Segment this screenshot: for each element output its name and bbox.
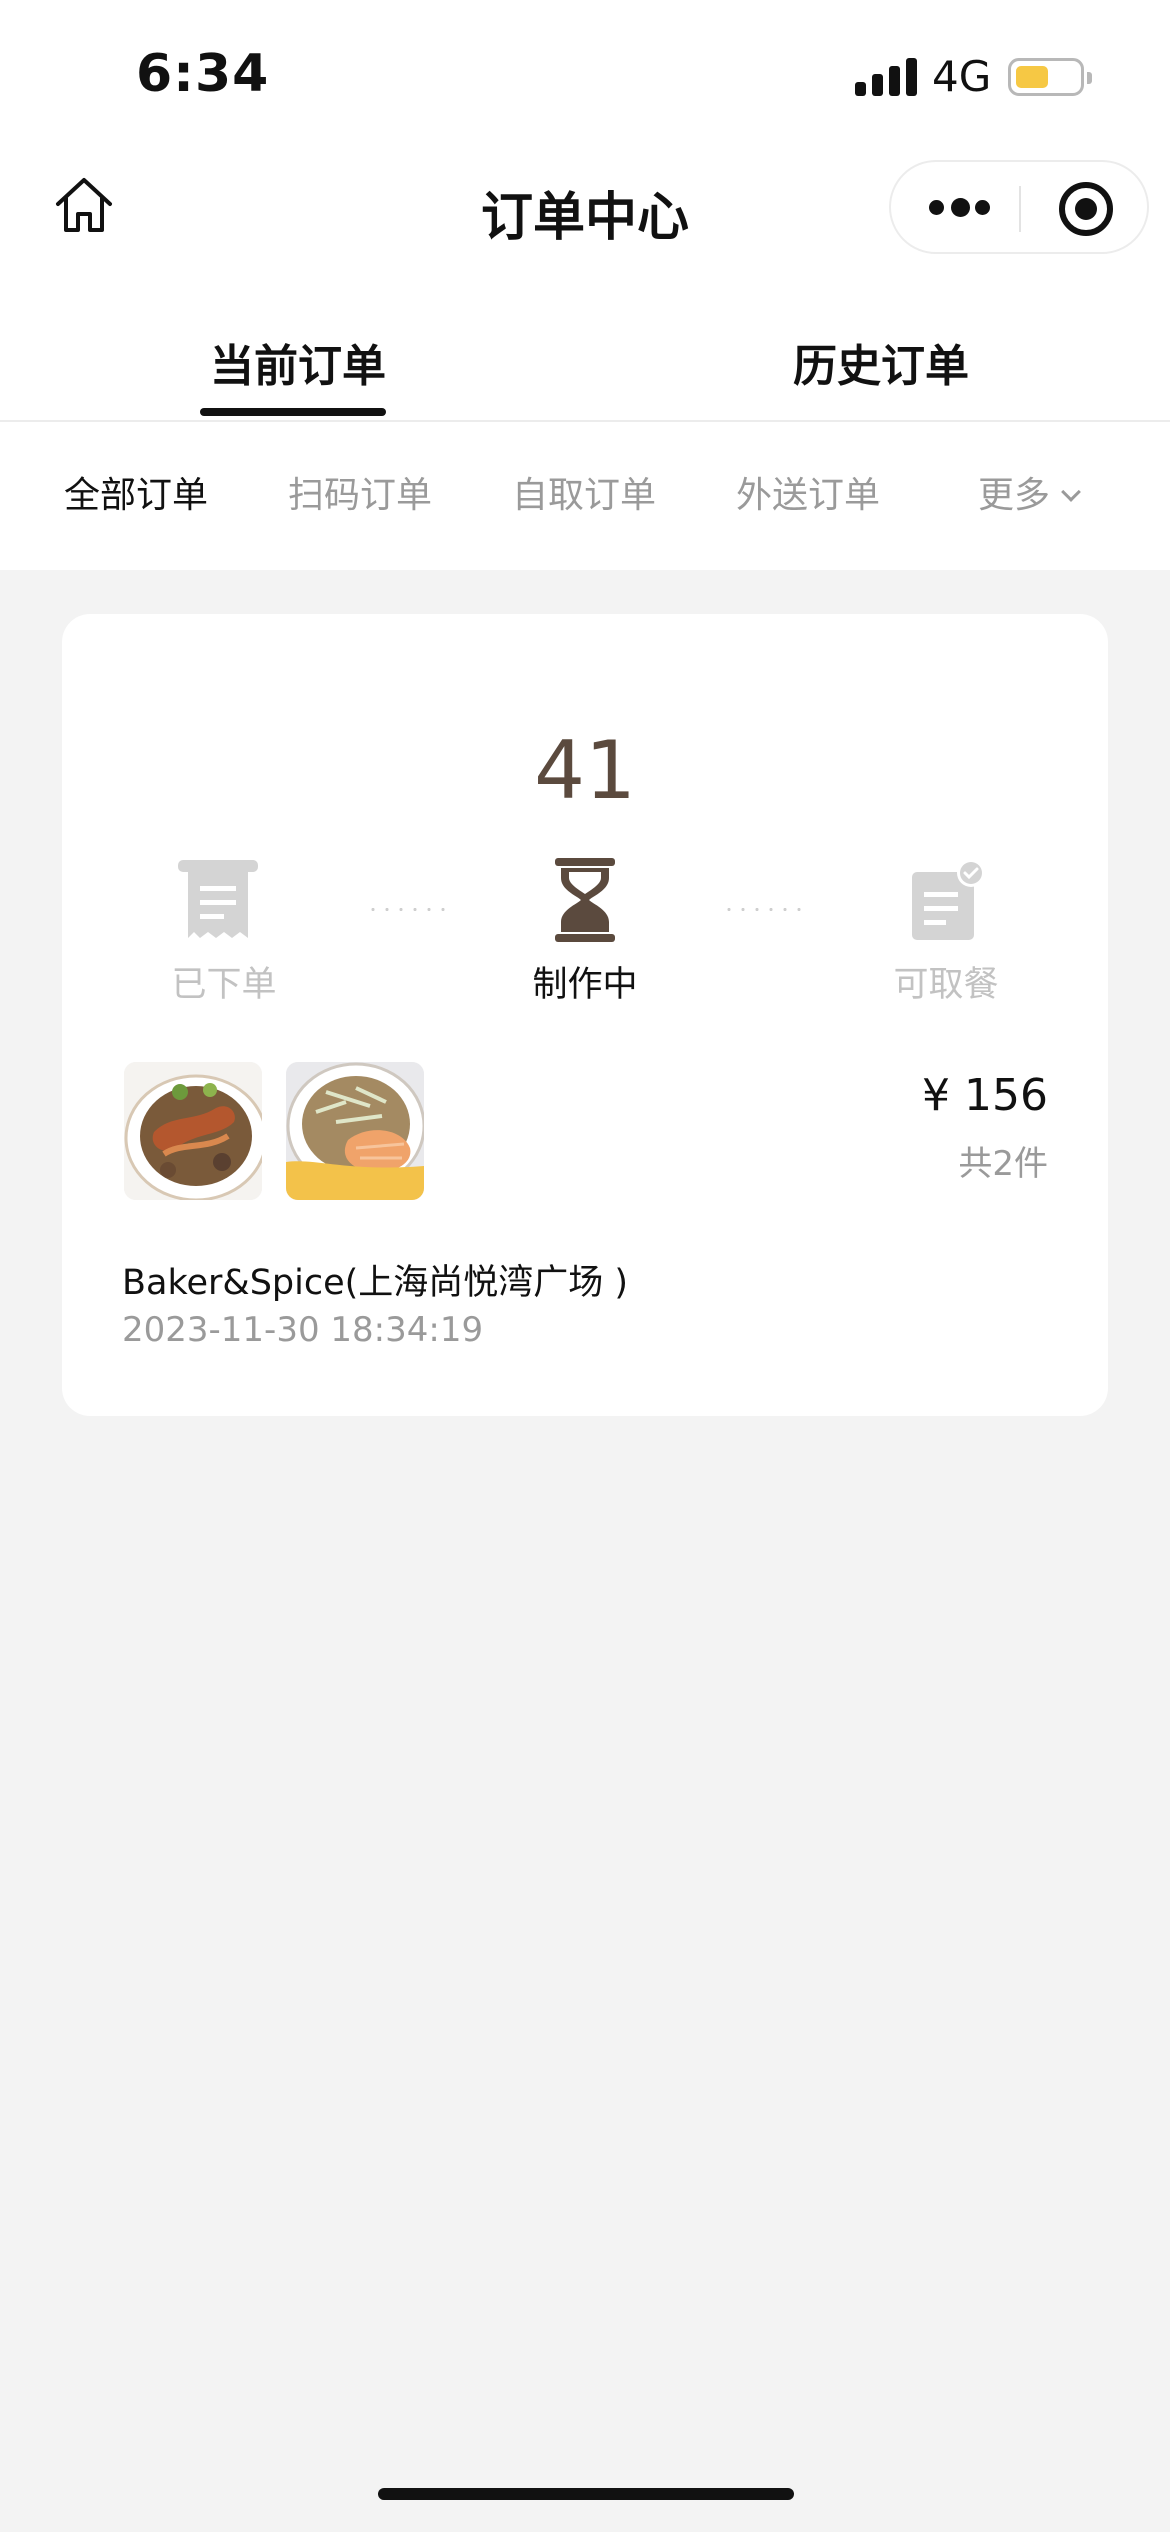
active-tab-indicator (200, 408, 386, 416)
filter-all-orders[interactable]: 全部订单 (64, 466, 208, 518)
receipt-icon (178, 860, 258, 938)
signal-icon (855, 58, 917, 96)
order-card[interactable]: 41 已下单 制作中 可取餐 ¥ 156 共2件 Baker&Spice(上海尚… (62, 614, 1108, 1416)
filter-scan-orders[interactable]: 扫码订单 (288, 466, 432, 518)
filter-more-label: 更多 (978, 475, 1051, 516)
chevron-down-icon (1061, 482, 1081, 502)
pickup-number: 41 (534, 724, 636, 817)
step-preparing-label: 制作中 (532, 965, 638, 1005)
filter-pickup-orders[interactable]: 自取订单 (512, 466, 656, 518)
network-type: 4G (932, 52, 992, 101)
miniprogram-capsule (889, 160, 1149, 254)
store-name: Baker&Spice(上海尚悦湾广场 ) (122, 1263, 629, 1303)
step-connector (366, 908, 450, 911)
product-thumbnail (124, 1062, 262, 1200)
tab-history-orders[interactable]: 历史订单 (793, 330, 969, 394)
ready-document-icon (912, 859, 985, 940)
product-thumbnail (286, 1062, 424, 1200)
home-indicator[interactable] (378, 2488, 794, 2500)
tab-divider (0, 420, 1170, 422)
item-count: 共2件 (958, 1144, 1048, 1184)
close-miniprogram-icon[interactable] (1059, 182, 1113, 236)
tab-current-orders[interactable]: 当前订单 (210, 330, 386, 394)
order-price: ¥ 156 (922, 1070, 1048, 1121)
status-time: 6:34 (136, 44, 270, 104)
more-icon[interactable] (929, 196, 990, 220)
step-ready-label: 可取餐 (893, 965, 999, 1005)
header-area: 6:34 4G 订单中心 当前订单 历史订单 全部订单 扫码订单 自取订单 外送… (0, 0, 1170, 570)
step-placed-label: 已下单 (171, 965, 277, 1005)
hourglass-icon (555, 858, 615, 942)
step-connector (722, 908, 806, 911)
order-datetime: 2023-11-30 18:34:19 (122, 1310, 484, 1350)
filter-delivery-orders[interactable]: 外送订单 (736, 466, 880, 518)
battery-icon (1008, 58, 1092, 96)
filter-more[interactable]: 更多 (978, 466, 1081, 518)
